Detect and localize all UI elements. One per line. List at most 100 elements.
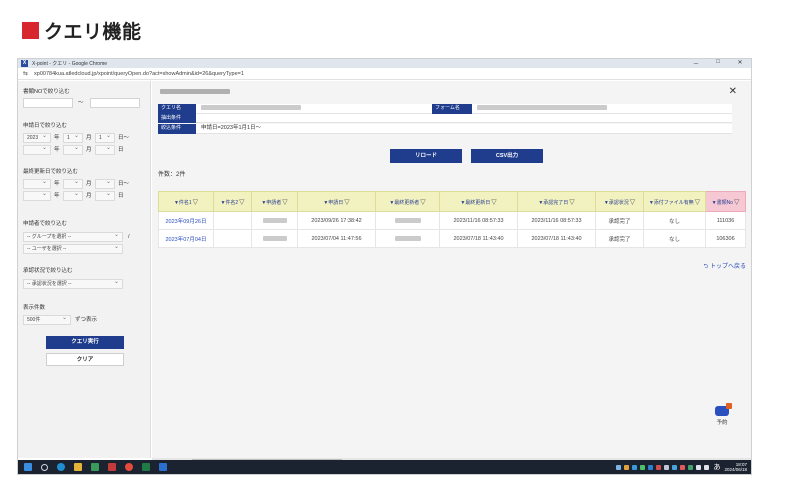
updated-from-day-select[interactable] <box>95 178 115 189</box>
doc-no-cell: 106306 <box>705 229 746 248</box>
display-count-select[interactable]: 500件 <box>23 314 71 325</box>
address-bar[interactable]: ⇆ xp00784kua.atledcloud.jp/xpoint/queryO… <box>18 68 751 80</box>
edge-browser-icon[interactable] <box>57 463 65 471</box>
column-header-status[interactable]: ▼承認状況▽ <box>595 191 644 212</box>
help-widget[interactable]: 予約 <box>713 403 732 426</box>
query-main-panel: ✕ クエリ名 フォーム名 抽出条件 絞込条件 申請日=2023年1月1日～ リロ… <box>152 81 751 458</box>
acrobat-icon[interactable] <box>108 463 116 471</box>
title2-cell <box>213 229 252 248</box>
filter-icon: ▽ <box>344 198 350 206</box>
back-to-top-text: トップへ戻る <box>709 264 746 270</box>
updater-cell <box>375 211 440 230</box>
window-close-button[interactable]: ✕ <box>729 59 751 68</box>
clear-button[interactable]: クリア <box>46 353 124 366</box>
taskbar-clock[interactable]: 18:07 2024/06/18 <box>724 462 747 472</box>
updated-to-day-select[interactable] <box>95 190 115 201</box>
filter-icon: ▽ <box>192 198 199 206</box>
result-count: 件数：2件 <box>158 172 186 178</box>
volume-icon[interactable] <box>704 464 710 470</box>
tray-app-icon[interactable] <box>624 464 630 470</box>
close-icon[interactable]: ✕ <box>729 86 737 97</box>
form-name-label: フォーム名 <box>432 104 472 114</box>
doc-no-from-input[interactable] <box>23 98 73 108</box>
excel-icon[interactable] <box>142 463 150 471</box>
chat-help-icon[interactable] <box>715 403 732 416</box>
tray-app-icon[interactable] <box>688 464 694 470</box>
file-explorer-icon[interactable] <box>74 463 82 471</box>
apply-date-to-month-select[interactable] <box>63 144 83 155</box>
updated-to-month-select[interactable] <box>63 190 83 201</box>
year-unit-label: 年 <box>54 193 60 199</box>
display-count-label: 表示件数 <box>23 305 46 311</box>
narrow-condition-row: 絞込条件 申請日=2023年1月1日～ <box>158 124 732 134</box>
narrow-condition-label: 絞込条件 <box>158 124 196 134</box>
csv-export-button[interactable]: CSV出力 <box>471 149 543 163</box>
back-to-top-link[interactable]: ⮌ トップへ戻る <box>704 261 747 272</box>
table-row[interactable]: 2023年09月26日 2023/09/26 17:38:42 2023/11/… <box>158 211 746 230</box>
apply-date-from-year-select[interactable]: 2023 <box>23 132 51 143</box>
table-row[interactable]: 2023年07月04日 2023/07/04 11:47:56 2023/07/… <box>158 229 746 248</box>
status-filter-label: 承認状況で絞り込む <box>23 268 73 274</box>
ime-indicator[interactable]: あ <box>713 462 720 472</box>
status-select[interactable]: -- 承認状況を選択 -- <box>23 278 123 289</box>
title1-link[interactable]: 2023年09月26日 <box>158 211 214 230</box>
day-unit-label: 日～ <box>118 135 130 141</box>
extract-condition-row: 抽出条件 <box>158 114 732 123</box>
reload-button[interactable]: リロード <box>390 149 462 163</box>
attach-cell: なし <box>643 211 706 230</box>
search-icon[interactable] <box>41 463 48 471</box>
site-settings-icon[interactable]: ⇆ <box>23 70 28 77</box>
display-count-suffix: ずつ表示 <box>75 317 98 323</box>
apply-date-to-day-select[interactable] <box>95 144 115 155</box>
apply-date-to-year-select[interactable] <box>23 144 51 155</box>
column-header-apply-date[interactable]: ▼申請日▽ <box>297 191 376 212</box>
window-title: X-point - クエリ - Google Chrome <box>32 61 108 67</box>
group-select[interactable]: -- グループを選択 -- <box>23 231 123 242</box>
windows-start-icon[interactable] <box>24 463 32 471</box>
year-unit-label: 年 <box>54 181 60 187</box>
month-unit-label: 月 <box>86 147 92 153</box>
filter-icon: ▽ <box>629 198 636 206</box>
doc-no-cell: 111036 <box>705 211 746 230</box>
column-header-approved[interactable]: ▼承認完了日▽ <box>517 191 596 212</box>
filter-icon: ▽ <box>239 198 245 206</box>
url-text[interactable]: xp00784kua.atledcloud.jp/xpoint/queryOpe… <box>34 71 244 77</box>
column-header-updated[interactable]: ▼最終更新日▽ <box>439 191 518 212</box>
applicant-filter-label: 申請者で絞り込む <box>23 221 68 227</box>
browser-window: X X-point - クエリ - Google Chrome － □ ✕ ⇆ … <box>17 58 752 475</box>
title1-link[interactable]: 2023年07月04日 <box>158 229 214 248</box>
column-header-updater[interactable]: ▼最終更新者▽ <box>375 191 440 212</box>
column-header-doc-no[interactable]: ▼書類No▽ <box>705 191 746 212</box>
apply-date-from-month-select[interactable]: 1 <box>63 132 83 143</box>
updated-cell: 2023/07/18 11:43:40 <box>439 229 518 248</box>
doc-no-separator: ～ <box>78 100 84 106</box>
tray-app-icon[interactable] <box>616 464 622 470</box>
tray-app-icon[interactable] <box>656 464 662 470</box>
tray-app-icon[interactable] <box>640 464 646 470</box>
user-select[interactable]: -- ユーザを選択 -- <box>23 243 123 254</box>
chrome-icon[interactable] <box>125 463 133 471</box>
minimize-button[interactable]: － <box>685 59 707 68</box>
updated-from-year-select[interactable] <box>23 178 51 189</box>
network-icon[interactable] <box>696 464 702 470</box>
tray-app-icon[interactable] <box>672 464 678 470</box>
tray-app-icon[interactable] <box>664 464 670 470</box>
column-header-title2[interactable]: ▼件名2▽ <box>213 191 252 212</box>
tray-app-icon[interactable] <box>632 464 638 470</box>
day-unit-label: 日 <box>118 147 124 153</box>
query-title-blurred <box>160 89 230 95</box>
column-header-title1[interactable]: ▼件名1▽ <box>158 191 214 212</box>
run-query-button[interactable]: クエリ実行 <box>46 336 124 349</box>
column-header-applicant[interactable]: ▼申請者▽ <box>251 191 298 212</box>
updated-to-year-select[interactable] <box>23 190 51 201</box>
maximize-button[interactable]: □ <box>707 59 729 68</box>
app-icon[interactable] <box>159 463 167 471</box>
column-header-attach[interactable]: ▼添付ファイル有無▽ <box>643 191 706 212</box>
updated-from-month-select[interactable] <box>63 178 83 189</box>
tray-app-icon[interactable] <box>648 464 654 470</box>
apply-date-from-day-select[interactable]: 1 <box>95 132 115 143</box>
doc-no-to-input[interactable] <box>90 98 140 108</box>
tray-app-icon[interactable] <box>680 464 686 470</box>
query-name-row: クエリ名 フォーム名 <box>158 104 732 114</box>
store-icon[interactable] <box>91 463 99 471</box>
